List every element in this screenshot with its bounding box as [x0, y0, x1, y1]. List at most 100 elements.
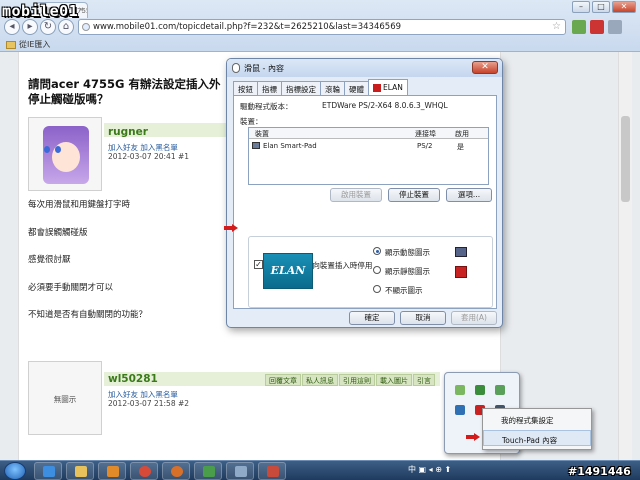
options-button[interactable]: 選項...	[446, 188, 492, 202]
browser-chrome: 請問acer 4755G 有辦法... ✕ – □ ✕ ◂ ▸ ↻ ⌂ www.…	[0, 0, 640, 52]
taskbar-app[interactable]	[226, 462, 254, 480]
taskbar-media[interactable]	[98, 462, 126, 480]
minimize-button[interactable]: –	[572, 1, 590, 13]
apply-button[interactable]: 套用(A)	[451, 311, 497, 325]
icon-display-group: ELAN 顯示動態圖示 顯示靜態圖示 不顯示圖示	[248, 236, 493, 308]
page-icon	[82, 23, 90, 31]
watermark: #1491446	[568, 465, 631, 478]
radio-no-icon[interactable]	[373, 285, 381, 293]
tray-icon[interactable]	[495, 385, 505, 395]
taskbar-firefox[interactable]	[162, 462, 190, 480]
radio-static-icon[interactable]	[373, 266, 381, 274]
scrollbar[interactable]	[618, 52, 632, 460]
close-button[interactable]: ✕	[612, 1, 636, 13]
dialog-title: 滑鼠 - 內容	[244, 64, 284, 73]
tab-buttons[interactable]: 按鈕	[233, 81, 258, 95]
ie-icon	[43, 466, 55, 477]
folder-icon	[75, 466, 87, 477]
address-text: www.mobile01.com/topicdetail.php?f=232&t…	[93, 22, 402, 32]
device-enabled: 是	[457, 143, 464, 151]
app-icon	[235, 466, 247, 477]
username[interactable]: rugner	[108, 126, 148, 138]
avatar[interactable]: 無圖示	[28, 361, 102, 435]
firefox-icon	[171, 466, 183, 477]
tab-pointers[interactable]: 指標	[257, 81, 282, 95]
dynamic-tray-icon-sample	[455, 247, 467, 257]
tray-icon[interactable]	[475, 385, 485, 395]
red-arrow-icon	[224, 224, 238, 232]
radio-static-icon-label[interactable]: 顯示靜態圖示	[385, 266, 430, 277]
enable-device-button[interactable]: 啟用裝置	[330, 188, 382, 202]
elan-tab-panel: 驅動程式版本： ETDWare PS/2-X64 8.0.6.3_WHQL 裝置…	[233, 95, 497, 309]
reload-icon[interactable]: ↻	[40, 19, 56, 35]
red-arrow-icon	[466, 433, 480, 441]
column-port[interactable]: 連接埠	[415, 129, 436, 139]
scroll-thumb[interactable]	[621, 116, 630, 202]
devices-label: 裝置：	[240, 117, 263, 126]
no-avatar-text: 無圖示	[53, 395, 77, 404]
tray-icon[interactable]	[455, 405, 465, 415]
bookmark-item[interactable]: 從IE匯入	[19, 40, 50, 49]
stop-device-button[interactable]: 停止裝置	[388, 188, 440, 202]
static-tray-icon-sample	[455, 266, 467, 278]
taskbar-chrome[interactable]	[130, 462, 158, 480]
extension-icon[interactable]	[590, 20, 604, 34]
tray-icon[interactable]	[455, 385, 465, 395]
avatar[interactable]	[28, 117, 102, 191]
username[interactable]: wl50281	[108, 373, 158, 385]
back-arrow-icon[interactable]: ◂	[4, 19, 20, 35]
media-icon	[107, 466, 119, 477]
post-body-line: 每次用滑鼠和用鍵盤打字時	[28, 200, 131, 210]
bookmark-star-icon[interactable]: ☆	[552, 21, 561, 32]
taskbar-app[interactable]	[194, 462, 222, 480]
extension-icons	[572, 20, 622, 34]
forward-arrow-icon[interactable]: ▸	[22, 19, 38, 35]
reply-button[interactable]: 回覆文章	[265, 374, 301, 386]
quote-button[interactable]: 引用這則	[339, 374, 375, 386]
chrome-icon	[139, 466, 151, 477]
menu-item-program-settings[interactable]: 我的程式集設定	[483, 411, 591, 427]
taskbar: 中 ▣ ◂ ⊕ ⬆	[0, 460, 640, 480]
device-table: 裝置 連接埠 啟用 Elan Smart-Pad PS/2 是	[248, 127, 489, 185]
post-meta: 2012-03-07 20:41 #1	[108, 152, 190, 161]
home-icon[interactable]: ⌂	[58, 19, 74, 35]
radio-dynamic-icon-label[interactable]: 顯示動態圖示	[385, 247, 430, 258]
tab-strip: 請問acer 4755G 有辦法... ✕ – □ ✕	[0, 0, 640, 18]
tab-elan[interactable]: ELAN	[368, 79, 408, 95]
tab-pointer-options[interactable]: 指標設定	[281, 81, 321, 95]
driver-version-value: ETDWare PS/2-X64 8.0.6.3_WHQL	[322, 101, 448, 110]
device-port: PS/2	[417, 142, 433, 150]
taskbar-app[interactable]	[258, 462, 286, 480]
extension-icon[interactable]	[572, 20, 586, 34]
nav-bar: ◂ ▸ ↻ ⌂ www.mobile01.com/topicdetail.php…	[0, 18, 640, 36]
cite-button[interactable]: 引言	[413, 374, 435, 386]
tab-wheel[interactable]: 滾輪	[320, 81, 345, 95]
load-images-button[interactable]: 載入圖片	[376, 374, 412, 386]
radio-dynamic-icon[interactable]	[373, 247, 381, 255]
cancel-button[interactable]: 取消	[400, 311, 446, 325]
elan-logo: ELAN	[263, 253, 313, 289]
tab-close-icon[interactable]: ✕	[78, 6, 84, 14]
address-bar[interactable]: www.mobile01.com/topicdetail.php?f=232&t…	[78, 19, 566, 35]
elan-icon	[373, 84, 381, 92]
menu-item-touchpad-properties[interactable]: Touch-Pad 內容	[483, 430, 591, 446]
private-message-button[interactable]: 私人訊息	[302, 374, 338, 386]
dialog-titlebar[interactable]: 滑鼠 - 內容 ✕	[227, 59, 502, 77]
app-icon	[203, 466, 215, 477]
bookmarks-bar: 從IE匯入	[0, 36, 640, 52]
column-enabled[interactable]: 啟用	[455, 129, 469, 139]
ok-button[interactable]: 確定	[349, 311, 395, 325]
column-device[interactable]: 裝置	[255, 129, 269, 139]
dialog-close-button[interactable]: ✕	[472, 61, 498, 74]
touchpad-icon	[252, 142, 260, 149]
device-row[interactable]: Elan Smart-Pad PS/2 是	[249, 141, 488, 152]
app-icon	[267, 466, 279, 477]
radio-no-icon-label[interactable]: 不顯示圖示	[385, 285, 423, 296]
system-tray[interactable]: 中 ▣ ◂ ⊕ ⬆	[408, 464, 451, 475]
start-button[interactable]	[4, 462, 26, 480]
taskbar-ie[interactable]	[34, 462, 62, 480]
taskbar-explorer[interactable]	[66, 462, 94, 480]
wrench-icon[interactable]	[608, 20, 622, 34]
tab-hardware[interactable]: 硬體	[344, 81, 369, 95]
maximize-button[interactable]: □	[592, 1, 610, 13]
